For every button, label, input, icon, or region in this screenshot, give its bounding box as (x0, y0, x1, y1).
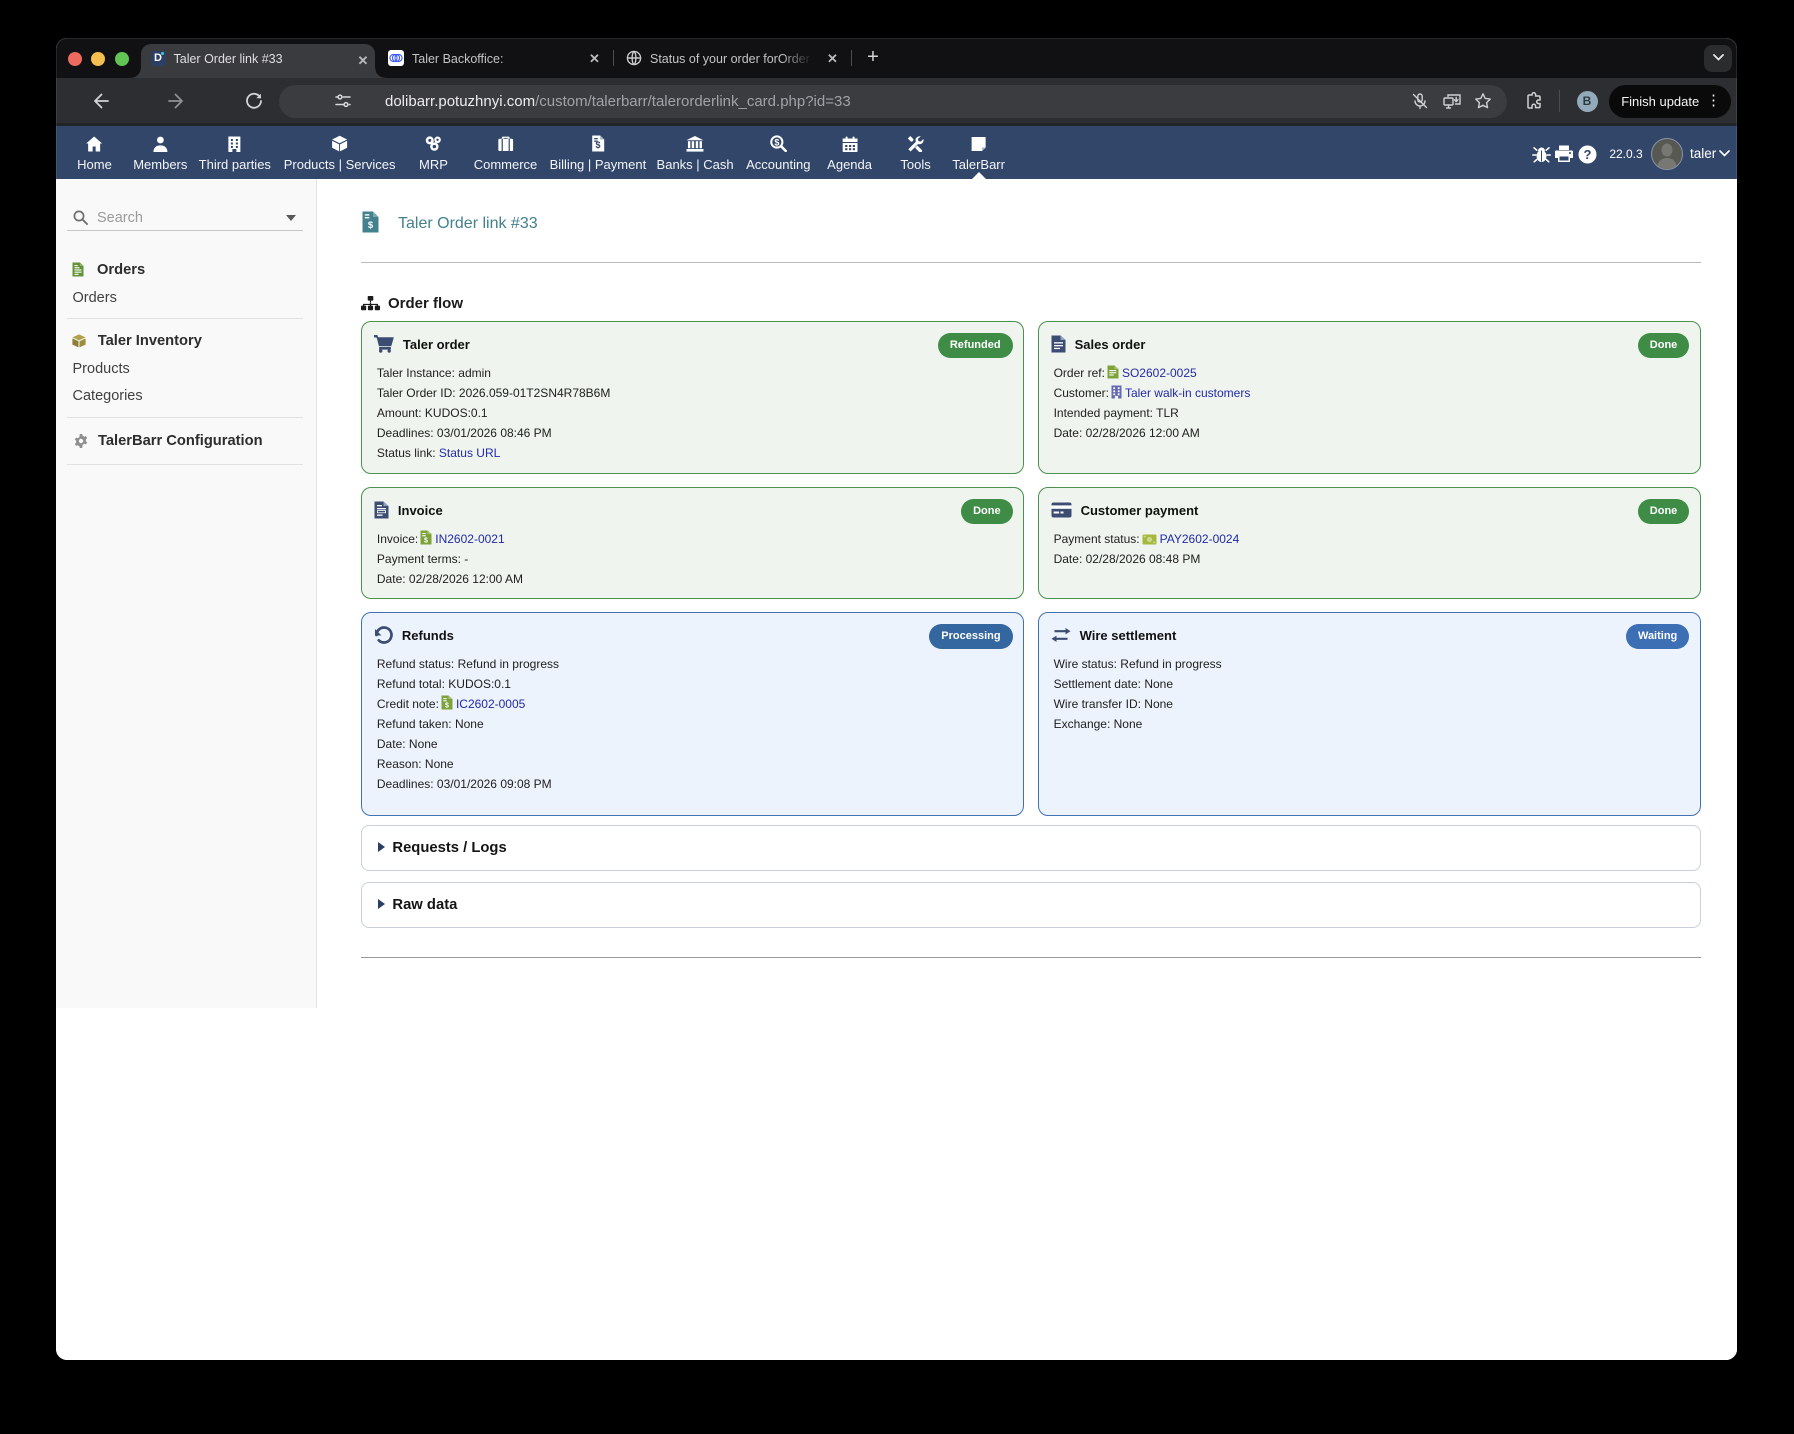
svg-text:$: $ (774, 137, 779, 147)
svg-text:$: $ (424, 537, 428, 544)
svg-text:$: $ (368, 220, 374, 231)
svg-text:$: $ (445, 702, 449, 709)
svg-text:?: ? (1584, 147, 1592, 162)
